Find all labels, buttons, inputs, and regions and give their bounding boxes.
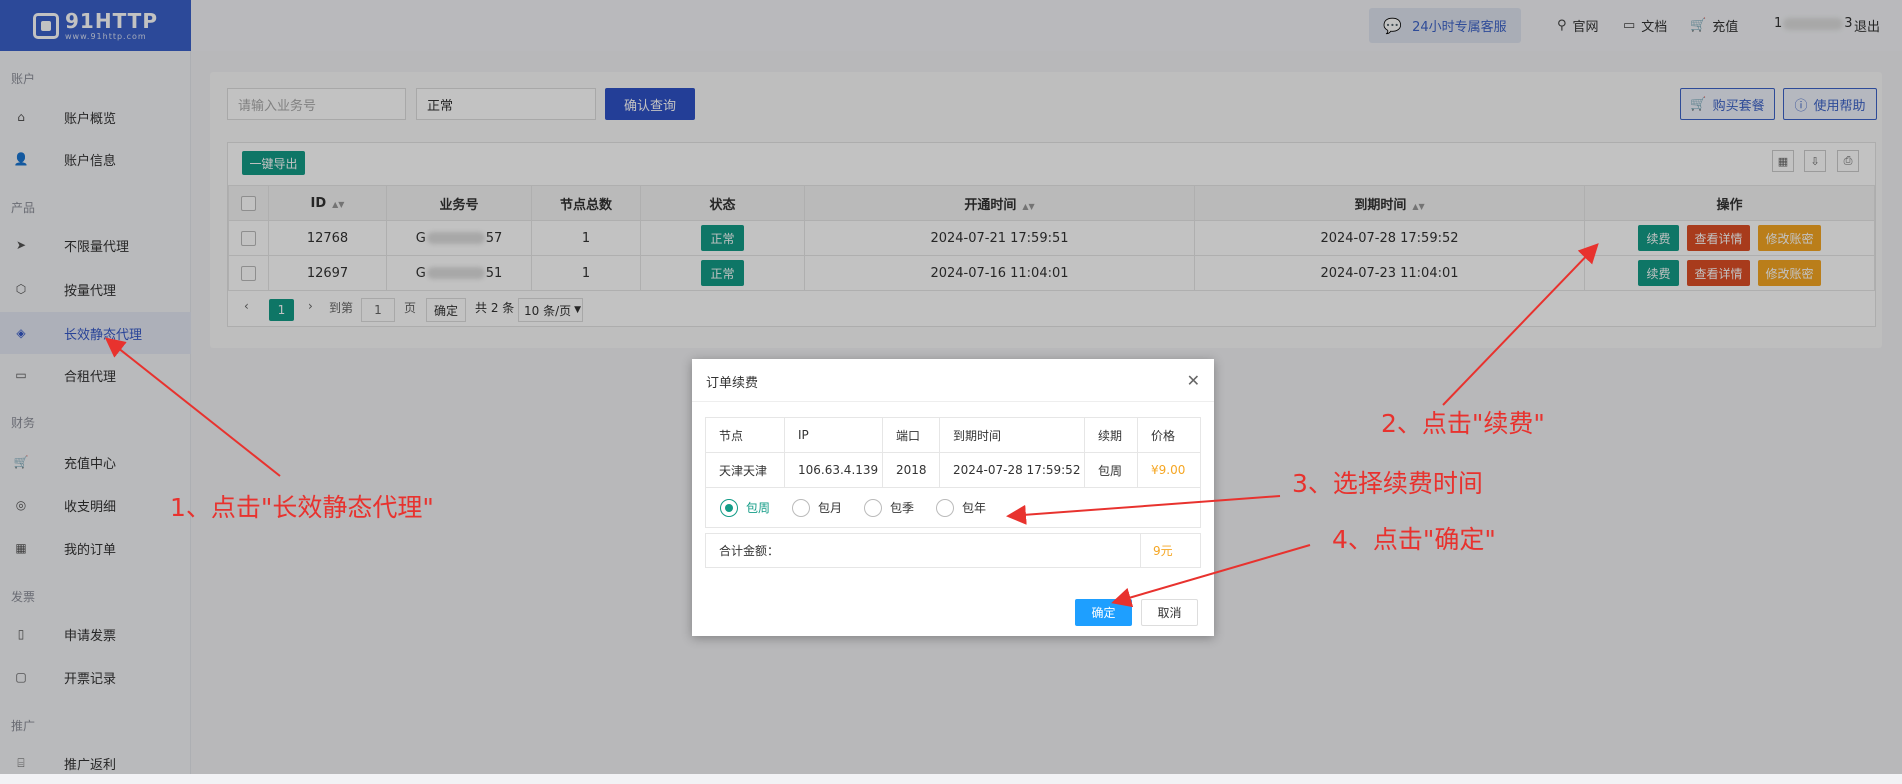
arrow-step4 <box>1111 544 1311 608</box>
arrow-step2 <box>1442 243 1599 406</box>
annotation-step1: 1、点击"长效静态代理" <box>170 493 434 522</box>
annotation-arrows <box>104 243 1599 608</box>
annotation-step3: 3、选择续费时间 <box>1292 469 1483 498</box>
arrow-step3 <box>1006 495 1281 525</box>
annotation-step4: 4、点击"确定" <box>1332 525 1496 554</box>
arrow-step1 <box>104 337 281 477</box>
annotation-step2: 2、点击"续费" <box>1381 409 1545 438</box>
